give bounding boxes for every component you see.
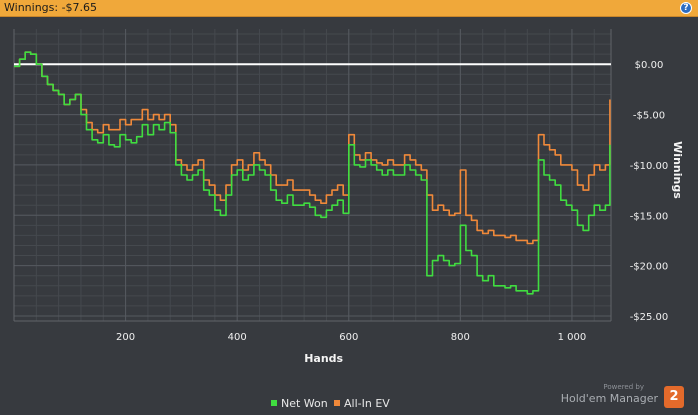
product-name: Hold'em Manager	[560, 392, 658, 405]
winnings-chart: $0.00-$5.00-$10.00-$15.00-$20.00-$25.00 …	[13, 29, 684, 410]
legend-net-won-swatch	[271, 400, 277, 406]
x-tick-label: 1 000	[558, 332, 587, 343]
x-axis-ticks: 200 400 600 800 1 000	[116, 332, 586, 343]
chart-grid	[13, 29, 612, 322]
y-tick-label: -$5.00	[633, 111, 665, 122]
y-axis-ticks: $0.00 -$5.00 -$10.00 -$15.00 -$20.00 -$25.00	[630, 60, 669, 323]
legend-all-in-ev-swatch	[334, 400, 340, 406]
x-tick-label: 200	[116, 332, 135, 343]
hem-logo-icon: 2	[664, 386, 684, 408]
hem-branding: Powered by Hold'em Manager 2	[554, 383, 684, 409]
y-tick-label: -$15.00	[630, 211, 669, 222]
x-tick-label: 800	[451, 332, 470, 343]
x-axis-label: Hands	[304, 352, 343, 365]
x-tick-label: 600	[339, 332, 358, 343]
powered-by-text: Powered by	[603, 383, 644, 391]
legend-all-in-ev-label: All-In EV	[344, 397, 390, 410]
y-tick-label: $0.00	[635, 60, 664, 71]
y-axis-label: Winnings	[671, 141, 684, 199]
y-tick-label: -$25.00	[630, 312, 669, 323]
y-tick-label: -$20.00	[630, 262, 669, 273]
y-tick-label: -$10.00	[630, 161, 669, 172]
legend: Net Won All-In EV	[271, 397, 390, 410]
legend-net-won-label: Net Won	[281, 397, 328, 410]
x-tick-label: 400	[228, 332, 247, 343]
